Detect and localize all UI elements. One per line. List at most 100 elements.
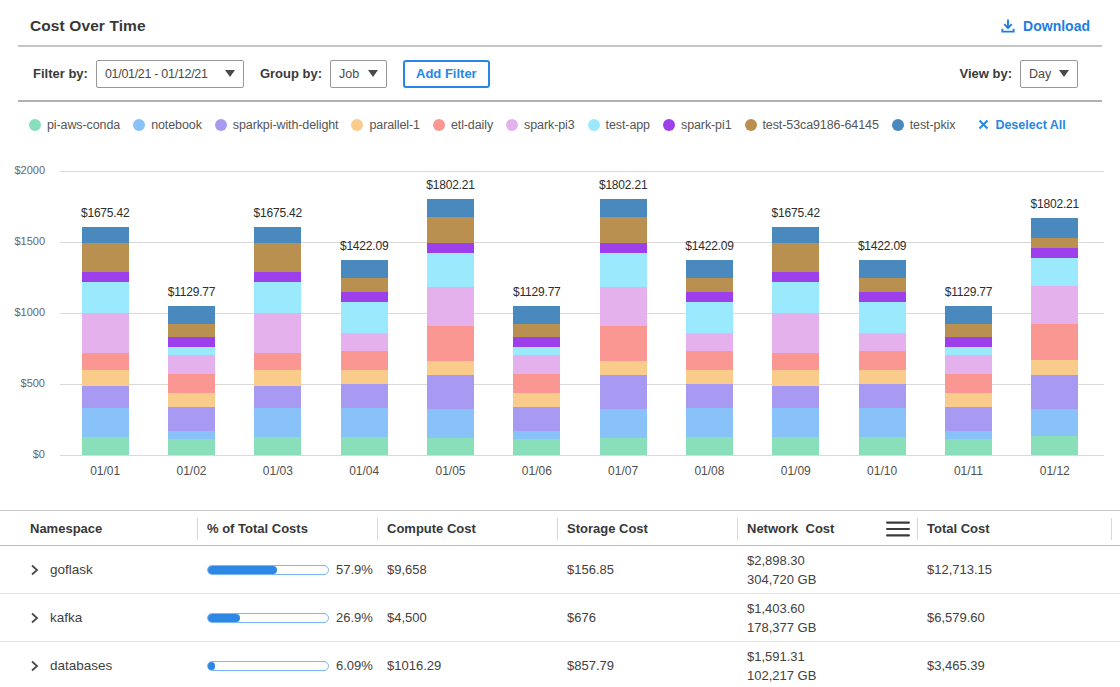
stacked-bar[interactable] (513, 306, 560, 455)
bar-segment-pi-aws-conda[interactable] (686, 437, 733, 455)
bar-segment-spark-pi1[interactable] (859, 292, 906, 302)
bar-segment-test-pkix[interactable] (513, 306, 560, 324)
bar-segment-test-pkix[interactable] (686, 260, 733, 278)
column-header[interactable]: Compute Cost (377, 511, 557, 545)
stacked-bar[interactable] (945, 306, 992, 455)
bar-segment-spark-pi1[interactable] (168, 337, 215, 347)
bar-segment-spark-pi3[interactable] (600, 287, 647, 326)
bar-segment-test-pkix[interactable] (1031, 218, 1078, 238)
bar-segment-sparkpi-with-delight[interactable] (859, 384, 906, 408)
stacked-bar[interactable] (1031, 218, 1078, 455)
bar-segment-test-53ca9186-64145[interactable] (341, 278, 388, 292)
bar-segment-test-app[interactable] (341, 302, 388, 333)
bar-segment-test-53ca9186-64145[interactable] (945, 324, 992, 337)
legend-item[interactable]: test-pkix (892, 118, 956, 132)
legend-item[interactable]: spark-pi1 (663, 118, 732, 132)
bar-segment-etl-daily[interactable] (686, 351, 733, 371)
bar-segment-spark-pi3[interactable] (254, 313, 301, 353)
bar-segment-sparkpi-with-delight[interactable] (254, 386, 301, 409)
bar-segment-notebook[interactable] (686, 408, 733, 437)
bar-segment-test-pkix[interactable] (82, 227, 129, 243)
bar-segment-test-app[interactable] (427, 253, 474, 286)
bar-segment-test-pkix[interactable] (772, 227, 819, 243)
column-settings-icon[interactable] (886, 521, 910, 537)
bar-segment-test-53ca9186-64145[interactable] (168, 324, 215, 337)
bar-segment-spark-pi1[interactable] (945, 337, 992, 347)
bar-segment-spark-pi1[interactable] (600, 243, 647, 253)
bar-segment-spark-pi3[interactable] (772, 313, 819, 353)
legend-item[interactable]: pi-aws-conda (29, 118, 120, 132)
bar-segment-spark-pi1[interactable] (1031, 248, 1078, 257)
chevron-right-icon[interactable] (28, 660, 40, 672)
bar-segment-pi-aws-conda[interactable] (772, 437, 819, 455)
group-by-select[interactable]: Job (330, 60, 387, 88)
bar-segment-spark-pi3[interactable] (427, 287, 474, 326)
bar-segment-spark-pi1[interactable] (686, 292, 733, 302)
legend-item[interactable]: test-app (588, 118, 650, 132)
bar-segment-parallel-1[interactable] (254, 370, 301, 386)
bar-segment-notebook[interactable] (513, 431, 560, 439)
stacked-bar[interactable] (254, 227, 301, 455)
column-header[interactable]: Storage Cost (557, 511, 737, 545)
bar-segment-test-app[interactable] (945, 347, 992, 355)
bar-segment-test-53ca9186-64145[interactable] (600, 217, 647, 244)
bar-segment-notebook[interactable] (859, 408, 906, 437)
bar-segment-spark-pi3[interactable] (168, 355, 215, 374)
bar-segment-sparkpi-with-delight[interactable] (600, 375, 647, 409)
bar-segment-sparkpi-with-delight[interactable] (686, 384, 733, 408)
bar-segment-parallel-1[interactable] (945, 393, 992, 406)
bar-segment-spark-pi3[interactable] (513, 355, 560, 374)
stacked-bar[interactable] (772, 227, 819, 455)
column-header[interactable]: % of Total Costs (197, 511, 377, 545)
bar-segment-test-53ca9186-64145[interactable] (1031, 238, 1078, 248)
bar-segment-spark-pi1[interactable] (513, 337, 560, 347)
bar-segment-parallel-1[interactable] (341, 370, 388, 383)
bar-segment-test-app[interactable] (600, 253, 647, 286)
bar-segment-notebook[interactable] (82, 408, 129, 436)
bar-segment-test-53ca9186-64145[interactable] (82, 243, 129, 272)
bar-segment-test-pkix[interactable] (859, 260, 906, 278)
bar-segment-test-53ca9186-64145[interactable] (772, 243, 819, 272)
chevron-right-icon[interactable] (28, 564, 40, 576)
bar-segment-test-app[interactable] (772, 282, 819, 313)
bar-segment-pi-aws-conda[interactable] (254, 437, 301, 455)
legend-item[interactable]: test-53ca9186-64145 (745, 118, 879, 132)
add-filter-button[interactable]: Add Filter (403, 60, 490, 88)
bar-segment-parallel-1[interactable] (772, 370, 819, 386)
bar-segment-pi-aws-conda[interactable] (168, 439, 215, 455)
bar-segment-sparkpi-with-delight[interactable] (945, 407, 992, 431)
bar-segment-pi-aws-conda[interactable] (600, 438, 647, 455)
bar-segment-sparkpi-with-delight[interactable] (82, 386, 129, 409)
bar-segment-sparkpi-with-delight[interactable] (513, 407, 560, 431)
bar-segment-sparkpi-with-delight[interactable] (341, 384, 388, 408)
bar-segment-pi-aws-conda[interactable] (945, 439, 992, 455)
bar-segment-pi-aws-conda[interactable] (82, 437, 129, 455)
bar-segment-etl-daily[interactable] (341, 351, 388, 371)
bar-segment-spark-pi3[interactable] (341, 333, 388, 350)
bar-segment-test-app[interactable] (513, 347, 560, 355)
bar-segment-test-app[interactable] (686, 302, 733, 333)
bar-segment-spark-pi1[interactable] (341, 292, 388, 302)
legend-item[interactable]: parallel-1 (351, 118, 419, 132)
legend-item[interactable]: notebook (133, 118, 202, 132)
bar-segment-spark-pi3[interactable] (945, 355, 992, 374)
bar-segment-test-pkix[interactable] (427, 199, 474, 216)
stacked-bar[interactable] (600, 199, 647, 455)
bar-segment-pi-aws-conda[interactable] (427, 438, 474, 455)
bar-segment-parallel-1[interactable] (600, 361, 647, 374)
date-range-select[interactable]: 01/01/21 - 01/12/21 (96, 60, 244, 88)
bar-segment-etl-daily[interactable] (772, 353, 819, 370)
stacked-bar[interactable] (686, 260, 733, 455)
bar-segment-etl-daily[interactable] (859, 351, 906, 371)
bar-segment-spark-pi3[interactable] (686, 333, 733, 350)
bar-segment-etl-daily[interactable] (1031, 324, 1078, 360)
bar-segment-test-pkix[interactable] (254, 227, 301, 243)
chevron-right-icon[interactable] (28, 612, 40, 624)
bar-segment-parallel-1[interactable] (168, 393, 215, 406)
bar-segment-test-53ca9186-64145[interactable] (686, 278, 733, 292)
bar-segment-etl-daily[interactable] (82, 353, 129, 370)
view-by-select[interactable]: Day (1020, 60, 1078, 88)
bar-segment-test-app[interactable] (859, 302, 906, 333)
bar-segment-parallel-1[interactable] (859, 370, 906, 383)
bar-segment-spark-pi3[interactable] (82, 313, 129, 353)
